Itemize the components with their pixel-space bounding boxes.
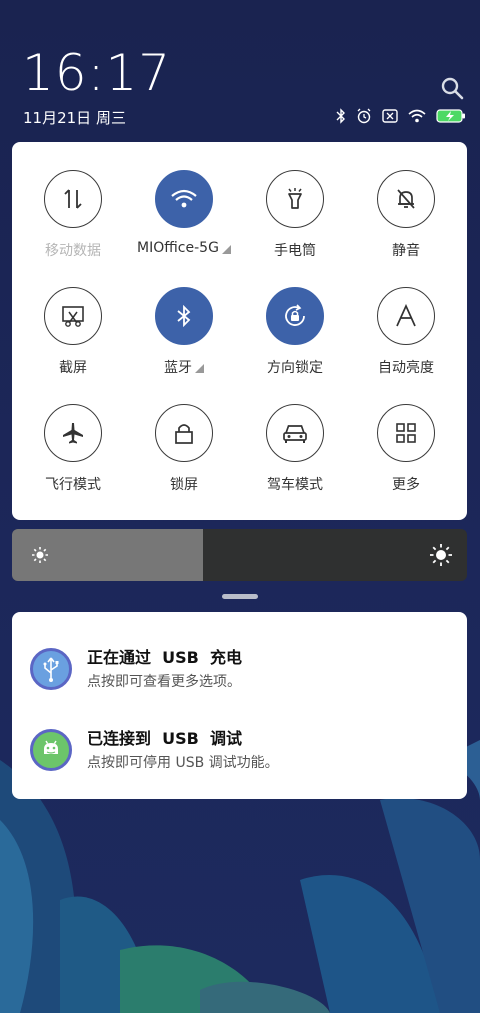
lock-icon [155, 404, 213, 462]
toggle-label: 驾车模式 [267, 477, 323, 493]
toggle-label: 移动数据 [45, 243, 101, 259]
search-icon[interactable] [440, 76, 464, 100]
auto-brightness-icon [377, 287, 435, 345]
toggle-bluetooth[interactable]: 蓝牙 [129, 287, 239, 397]
toggle-rotation-lock[interactable]: 方向锁定 [240, 287, 350, 397]
grid-icon [377, 404, 435, 462]
status-bar: 16:17 11月21日 周三 [0, 0, 480, 140]
notification-usb-charging[interactable]: 正在通过 USB 充电 点按即可查看更多选项。 [30, 636, 450, 696]
wifi-icon [155, 170, 213, 228]
rotation-lock-icon [266, 287, 324, 345]
toggle-label: 锁屏 [170, 477, 198, 493]
toggle-label: 蓝牙 [164, 360, 192, 376]
battery-charging-icon [436, 109, 466, 123]
car-icon [266, 404, 324, 462]
toggle-label: 手电筒 [274, 243, 316, 259]
mute-bell-icon [377, 170, 435, 228]
toggle-auto-brightness[interactable]: 自动亮度 [351, 287, 461, 397]
toggle-label: 更多 [392, 477, 420, 493]
expand-triangle-icon[interactable] [221, 245, 231, 254]
toggle-label: 截屏 [59, 360, 87, 376]
notification-text: 点按即可停用 USB 调试功能。 [87, 755, 279, 771]
toggle-airplane[interactable]: 飞行模式 [18, 404, 128, 514]
no-sim-icon [382, 109, 398, 123]
toggle-label: 飞行模式 [45, 477, 101, 493]
notification-text: 点按即可查看更多选项。 [87, 674, 241, 690]
mobile-data-icon [44, 170, 102, 228]
airplane-icon [44, 404, 102, 462]
usb-icon [30, 648, 72, 690]
flashlight-icon [266, 170, 324, 228]
alarm-icon [356, 108, 372, 124]
toggle-more[interactable]: 更多 [351, 404, 461, 514]
brightness-slider[interactable] [12, 529, 467, 581]
toggle-label: 静音 [392, 243, 420, 259]
date: 11月21日 周三 [23, 109, 126, 127]
toggle-screenshot[interactable]: 截屏 [18, 287, 128, 397]
toggle-label: 自动亮度 [378, 360, 434, 376]
notification-title: 已连接到 USB 调试 [87, 729, 242, 748]
toggle-wifi[interactable]: MIOffice-5G [129, 170, 239, 280]
bluetooth-icon [155, 287, 213, 345]
quick-settings-panel: 移动数据 MIOffice-5G 手电筒 静音 截屏 蓝牙 方向锁定 自动亮度 … [12, 142, 467, 520]
notification-usb-debugging[interactable]: 已连接到 USB 调试 点按即可停用 USB 调试功能。 [30, 717, 450, 777]
drag-handle[interactable] [222, 594, 258, 599]
clock: 16:17 [22, 44, 172, 102]
notification-card: 正在通过 USB 充电 点按即可查看更多选项。 已连接到 USB 调试 点按即可… [12, 612, 467, 799]
wifi-icon [408, 109, 426, 123]
brightness-low-icon [32, 547, 48, 563]
brightness-high-icon [430, 544, 452, 566]
toggle-lock-screen[interactable]: 锁屏 [129, 404, 239, 514]
android-icon [30, 729, 72, 771]
bluetooth-icon [336, 108, 346, 124]
toggle-label: 方向锁定 [267, 360, 323, 376]
toggle-mobile-data[interactable]: 移动数据 [18, 170, 128, 280]
screenshot-icon [44, 287, 102, 345]
toggle-mute[interactable]: 静音 [351, 170, 461, 280]
expand-triangle-icon[interactable] [195, 364, 204, 373]
toggle-driving-mode[interactable]: 驾车模式 [240, 404, 350, 514]
toggle-label: MIOffice-5G [137, 240, 219, 256]
status-icons [336, 108, 466, 124]
notification-title: 正在通过 USB 充电 [87, 648, 242, 667]
toggle-flashlight[interactable]: 手电筒 [240, 170, 350, 280]
